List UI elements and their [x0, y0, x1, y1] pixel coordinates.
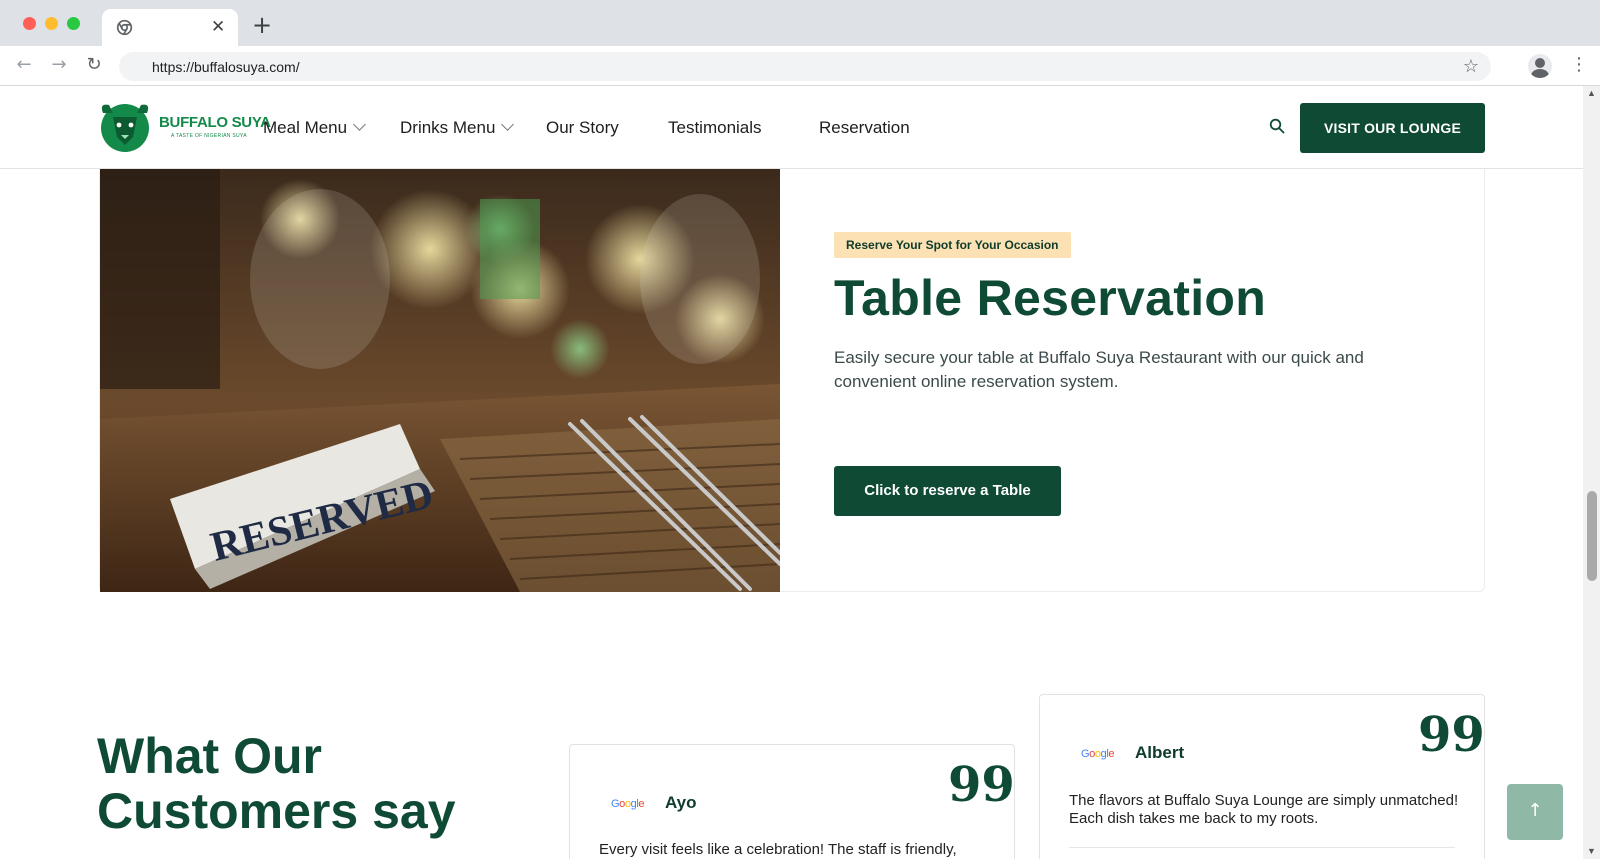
site-header: BUFFALO SUYA A TASTE OF NIGERIAN SUYA Me… — [0, 86, 1583, 169]
logo-text: BUFFALO SUYA — [159, 114, 271, 131]
scrollbar-thumb[interactable] — [1587, 491, 1597, 581]
reserved-table-image: RESERVED — [100, 169, 780, 592]
testimonials-heading: What Our Customers say — [97, 728, 456, 839]
testimonial-card: Google Albert 99 The flavors at Buffalo … — [1039, 694, 1485, 859]
address-bar[interactable]: https://buffalosuya.com/ ☆ — [119, 52, 1491, 81]
reload-icon[interactable]: ↻ — [83, 54, 105, 76]
google-logo-icon: Google — [1081, 748, 1115, 760]
window-minimize-button[interactable] — [45, 17, 58, 30]
nav-drinks-menu-label: Drinks Menu — [400, 118, 496, 137]
browser-tab[interactable]: ✕ — [102, 9, 238, 46]
nav-testimonials-label: Testimonials — [668, 118, 762, 137]
scroll-down-arrow-icon[interactable]: ▼ — [1587, 846, 1596, 856]
testimonial-card: Google Ayo 99 Every visit feels like a c… — [569, 744, 1015, 859]
scroll-to-top-button[interactable]: ↑ — [1507, 784, 1563, 840]
reservation-badge: Reserve Your Spot for Your Occasion — [834, 232, 1071, 258]
window-maximize-button[interactable] — [67, 17, 80, 30]
forward-arrow-icon[interactable]: → — [48, 54, 70, 76]
nav-drinks-menu[interactable]: Drinks Menu — [400, 118, 515, 138]
new-tab-button[interactable]: + — [252, 13, 272, 37]
tab-close-icon[interactable]: ✕ — [211, 17, 225, 37]
testimonial-text: Every visit feels like a celebration! Th… — [599, 841, 957, 858]
testimonial-author: Albert — [1135, 743, 1185, 762]
testimonial-author: Ayo — [665, 793, 697, 812]
logo-subtext: A TASTE OF NIGERIAN SUYA — [171, 133, 247, 139]
page-viewport: RESERVED Reserve Your Spot for Your Occa… — [0, 86, 1600, 859]
chevron-down-icon — [501, 118, 515, 131]
search-icon[interactable] — [1269, 118, 1285, 134]
reserve-table-button[interactable]: Click to reserve a Table — [834, 466, 1061, 516]
scroll-up-arrow-icon[interactable]: ▲ — [1587, 88, 1596, 98]
browser-toolbar: ← → ↻ https://buffalosuya.com/ ☆ ⋮ — [0, 46, 1600, 86]
card-divider — [1069, 847, 1455, 848]
reservation-title: Table Reservation — [834, 270, 1267, 326]
quote-icon: 99 — [948, 757, 1015, 813]
window-close-button[interactable] — [23, 17, 36, 30]
buffalo-suya-logo[interactable]: BUFFALO SUYA A TASTE OF NIGERIAN SUYA — [97, 99, 271, 153]
profile-avatar-icon[interactable] — [1528, 54, 1552, 78]
reservation-description: Easily secure your table at Buffalo Suya… — [834, 348, 1364, 391]
chevron-down-icon — [353, 118, 366, 131]
back-arrow-icon[interactable]: ← — [13, 54, 35, 76]
google-logo-icon: Google — [611, 798, 645, 810]
nav-our-story[interactable]: Our Story — [546, 118, 619, 138]
buffalo-head-icon — [101, 104, 149, 152]
quote-icon: 99 — [1418, 707, 1485, 763]
nav-meal-menu-label: Meal Menu — [263, 118, 348, 137]
browser-menu-icon[interactable]: ⋮ — [1570, 54, 1588, 76]
visit-lounge-button[interactable]: VISIT OUR LOUNGE — [1300, 103, 1485, 153]
bookmark-star-icon[interactable]: ☆ — [1463, 56, 1479, 77]
reserved-table-illustration: RESERVED — [100, 169, 780, 592]
browser-tab-bar: ✕ + — [0, 0, 1600, 46]
url-text[interactable]: https://buffalosuya.com/ — [152, 59, 300, 75]
nav-our-story-label: Our Story — [546, 118, 619, 137]
nav-testimonials[interactable]: Testimonials — [668, 118, 762, 138]
nav-reservation-label: Reservation — [819, 118, 910, 137]
nav-reservation[interactable]: Reservation — [819, 118, 910, 138]
testimonial-text: The flavors at Buffalo Suya Lounge are s… — [1069, 792, 1459, 827]
page-scrollbar[interactable]: ▲ ▼ — [1583, 86, 1600, 859]
chrome-favicon-icon — [116, 19, 133, 36]
nav-meal-menu[interactable]: Meal Menu — [263, 118, 366, 138]
